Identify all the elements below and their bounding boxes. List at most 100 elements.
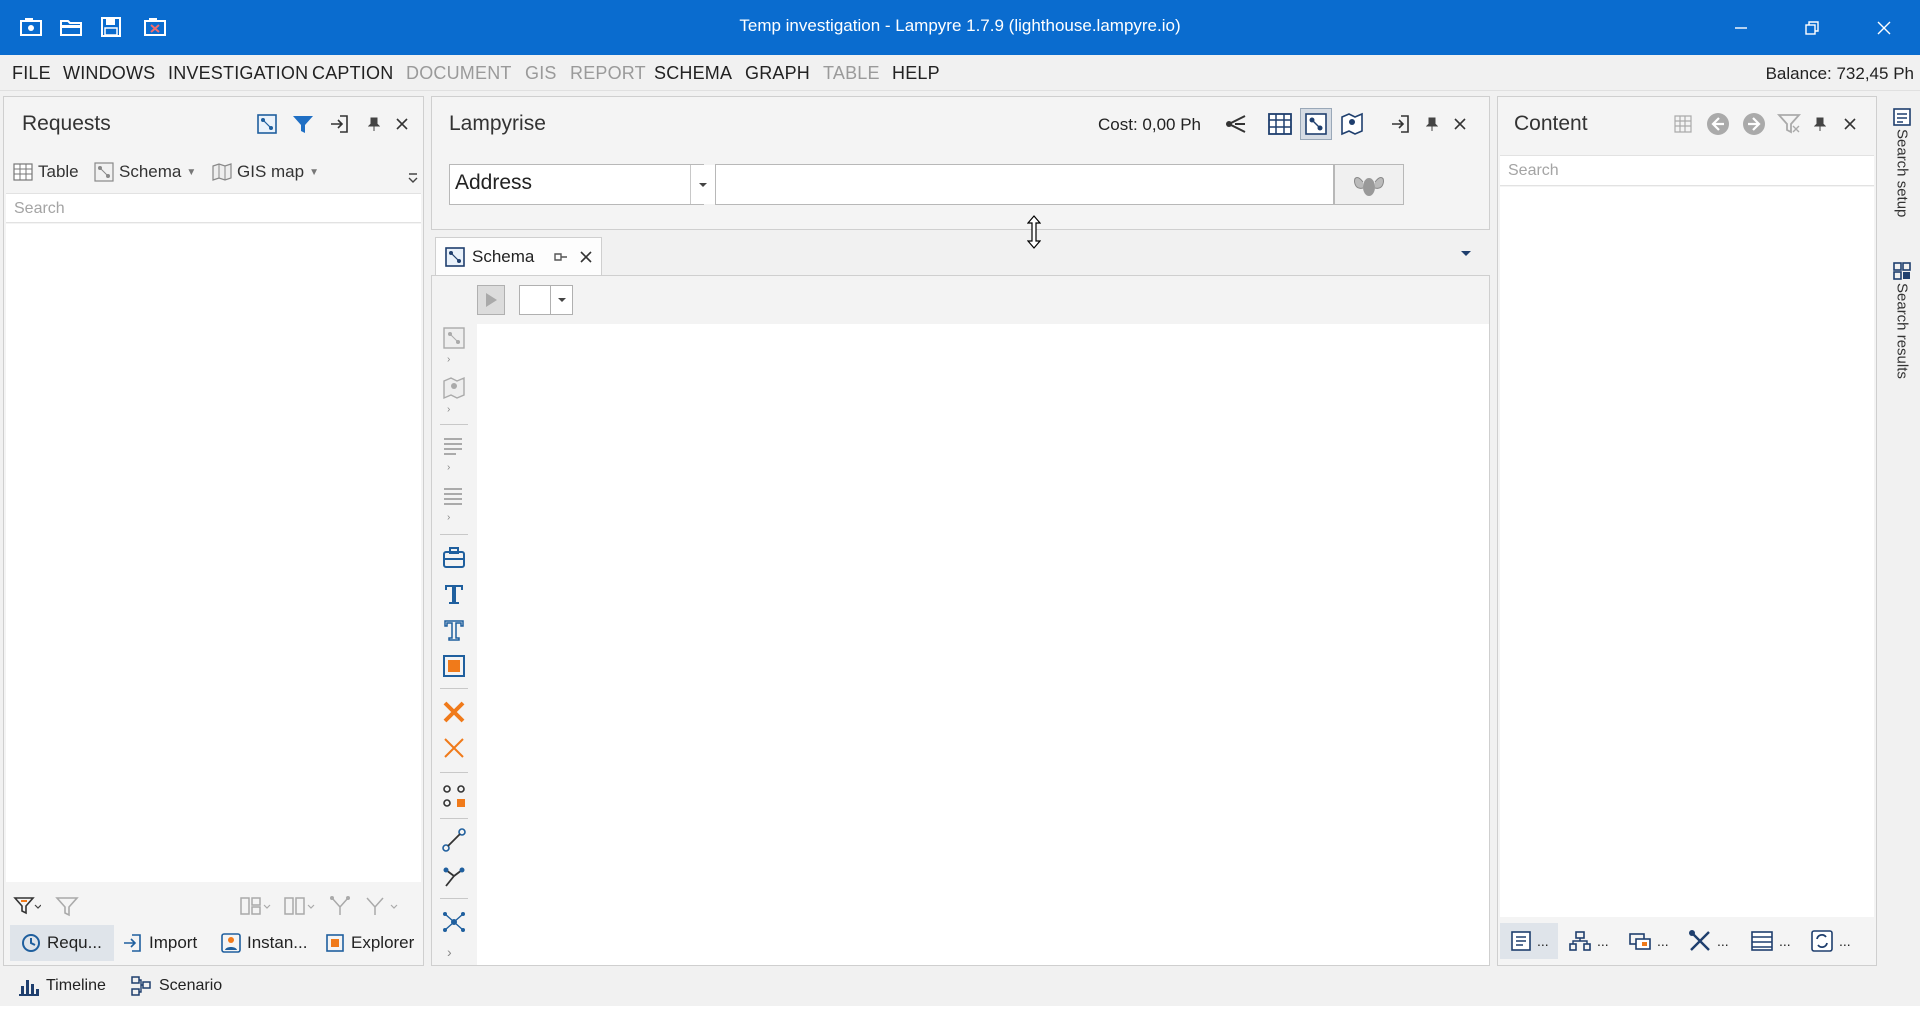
- export-icon[interactable]: [326, 111, 352, 137]
- content-tab-layers[interactable]: ...: [1628, 923, 1669, 959]
- menu-caption[interactable]: CAPTION: [312, 63, 393, 84]
- ellipsis-label: ...: [1537, 933, 1549, 949]
- add-text-icon[interactable]: [440, 580, 468, 608]
- menu-file[interactable]: FILE: [12, 63, 51, 84]
- filter-icon[interactable]: [1776, 111, 1802, 137]
- share-icon[interactable]: [1222, 110, 1250, 138]
- add-text-alt-icon[interactable]: [440, 616, 468, 644]
- requests-icon: [22, 934, 40, 952]
- select-layout-icon[interactable]: [440, 324, 468, 352]
- chevron-right-icon[interactable]: ›: [447, 944, 452, 960]
- requests-tabs: Table Schema ▼ GIS map ▼: [9, 157, 419, 187]
- doc-close-icon[interactable]: [580, 250, 592, 263]
- back-icon[interactable]: [1705, 111, 1731, 137]
- search-type-select[interactable]: Address: [449, 164, 704, 205]
- search-value-input[interactable]: [715, 164, 1334, 205]
- list-layout-alt-icon[interactable]: [440, 482, 468, 510]
- color-swatch[interactable]: [519, 285, 551, 315]
- export-icon[interactable]: [1387, 110, 1413, 138]
- requests-search-input[interactable]: Search: [6, 193, 421, 223]
- schema-doc-tab[interactable]: Schema: [435, 237, 602, 275]
- chevron-down-icon[interactable]: [551, 285, 573, 315]
- forward-icon[interactable]: [1741, 111, 1767, 137]
- content-tab-tools[interactable]: ...: [1688, 923, 1729, 959]
- filter-add-icon[interactable]: [12, 893, 42, 919]
- pin-icon[interactable]: [1810, 113, 1830, 135]
- add-branch-icon[interactable]: [440, 862, 468, 890]
- content-tab-list[interactable]: ...: [1750, 923, 1791, 959]
- schema-view-toggle-icon[interactable]: [1300, 108, 1332, 140]
- list-layout-icon[interactable]: [440, 432, 468, 460]
- table-view-icon[interactable]: [1266, 110, 1294, 138]
- status-timeline[interactable]: Timeline: [18, 976, 106, 996]
- menu-help[interactable]: HELP: [892, 63, 940, 84]
- content-tab-hierarchy[interactable]: ...: [1568, 923, 1609, 959]
- add-link-icon[interactable]: [440, 826, 468, 854]
- restore-icon[interactable]: [1792, 10, 1832, 46]
- balance-label: Balance: 732,45 Ph: [1765, 64, 1914, 83]
- bottom-tab-instances[interactable]: Instan...: [220, 925, 307, 961]
- chevron-right-icon[interactable]: ›: [447, 354, 450, 365]
- toolbar-separator: [440, 772, 468, 773]
- grid-icon[interactable]: [1671, 112, 1695, 136]
- schema-view-icon[interactable]: [254, 111, 280, 137]
- doc-list-dropdown-icon[interactable]: [1457, 246, 1475, 262]
- import-icon: [124, 934, 141, 952]
- instances-icon: [221, 933, 241, 953]
- panel-close-icon[interactable]: [1450, 113, 1470, 135]
- split-icon[interactable]: [362, 893, 402, 919]
- gis-view-icon[interactable]: [1338, 110, 1366, 138]
- menu-graph[interactable]: GRAPH: [745, 63, 810, 84]
- chevron-down-icon[interactable]: [690, 165, 715, 204]
- merge-icon[interactable]: [326, 893, 356, 919]
- panel-close-icon[interactable]: [392, 113, 412, 135]
- graph-layout-icon[interactable]: [440, 908, 468, 936]
- filter-icon[interactable]: [290, 111, 316, 137]
- delete-all-icon[interactable]: [440, 734, 468, 762]
- content-tab-sync[interactable]: ...: [1810, 923, 1851, 959]
- tab-schema[interactable]: Schema ▼: [94, 157, 196, 187]
- chevron-right-icon[interactable]: ›: [447, 512, 450, 523]
- group-right-icon[interactable]: [282, 893, 318, 919]
- explorer-icon: [326, 934, 344, 952]
- status-scenario[interactable]: Scenario: [131, 976, 222, 996]
- map-layout-icon[interactable]: [440, 374, 468, 402]
- group-left-icon[interactable]: [238, 893, 274, 919]
- chevron-right-icon[interactable]: ›: [447, 404, 450, 415]
- menu-schema[interactable]: SCHEMA: [654, 63, 732, 84]
- tab-table-label: Table: [38, 162, 79, 181]
- filter-clear-icon[interactable]: [54, 893, 80, 919]
- tab-gis-map[interactable]: GIS map ▼: [212, 157, 319, 187]
- menu-investigation[interactable]: INVESTIGATION: [168, 63, 308, 84]
- toolbar-separator: [440, 818, 468, 819]
- bottom-tab-import-label: Import: [149, 933, 198, 952]
- content-search-input[interactable]: Search: [1500, 155, 1874, 186]
- select-nodes-icon[interactable]: [440, 782, 468, 810]
- bottom-tab-requests[interactable]: Requ...: [10, 925, 114, 961]
- close-icon[interactable]: [1864, 10, 1904, 46]
- side-item-search-setup[interactable]: Search setup: [1892, 107, 1912, 217]
- pin-icon[interactable]: [1422, 113, 1442, 135]
- minimize-icon[interactable]: [1721, 10, 1761, 46]
- delete-icon[interactable]: [440, 698, 468, 726]
- chevron-right-icon[interactable]: ›: [447, 462, 450, 473]
- sync-icon: [1811, 930, 1833, 952]
- overflow-menu-icon[interactable]: [407, 171, 419, 185]
- play-icon[interactable]: [477, 285, 505, 315]
- add-object-icon[interactable]: [440, 544, 468, 572]
- content-tab-properties[interactable]: ...: [1500, 923, 1558, 959]
- add-frame-icon[interactable]: [440, 652, 468, 680]
- menu-windows[interactable]: WINDOWS: [63, 63, 155, 84]
- panel-close-icon[interactable]: [1840, 113, 1860, 135]
- pin-icon[interactable]: [364, 113, 384, 135]
- side-item-search-results[interactable]: Search results: [1892, 261, 1912, 379]
- firefly-search-button[interactable]: [1334, 164, 1404, 205]
- tab-table[interactable]: Table: [13, 157, 79, 187]
- bottom-tab-explorer[interactable]: Explorer: [324, 925, 414, 961]
- schema-canvas[interactable]: [477, 324, 1489, 965]
- side-strip: Search setup Search results: [1882, 91, 1920, 1006]
- pin-horizontal-icon[interactable]: [554, 251, 568, 263]
- bottom-tab-import[interactable]: Import: [122, 925, 197, 961]
- title-bar: Temp investigation - Lampyre 1.7.9 (ligh…: [0, 0, 1920, 55]
- status-timeline-label: Timeline: [46, 977, 106, 994]
